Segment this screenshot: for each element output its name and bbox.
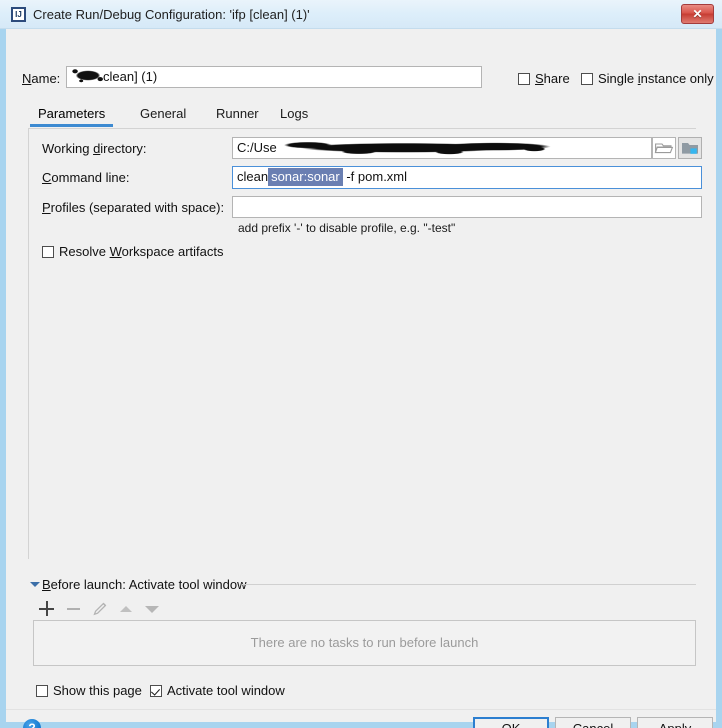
before-launch-task-list[interactable]: There are no tasks to run before launch [33, 620, 696, 666]
create-run-debug-configuration-dialog: IJ Create Run/Debug Configuration: 'ifp … [0, 0, 722, 728]
checkbox-box [42, 246, 54, 258]
help-button[interactable]: ? [23, 719, 41, 728]
title-bar: IJ Create Run/Debug Configuration: 'ifp … [0, 0, 722, 29]
command-line-label: Command line: [42, 170, 130, 185]
checkbox-box [36, 685, 48, 697]
share-checkbox[interactable]: Share [518, 71, 570, 86]
working-directory-input[interactable]: C:/Use [232, 137, 652, 159]
remove-task-button[interactable] [64, 599, 84, 619]
folder-module-icon [682, 143, 698, 154]
activate-tool-window-label: Activate tool window [167, 683, 285, 698]
arrow-up-icon [120, 606, 132, 612]
select-module-button[interactable] [678, 137, 702, 159]
name-value: clean] (1) [103, 69, 158, 84]
checkbox-box [581, 73, 593, 85]
cancel-button[interactable]: Cancel [555, 717, 631, 728]
command-line-prefix: clean [237, 169, 269, 184]
add-task-button[interactable] [37, 599, 57, 619]
move-down-button[interactable] [142, 599, 162, 619]
command-line-input[interactable]: clean sonar:sonar -f pom.xml [232, 166, 702, 189]
single-instance-checkbox[interactable]: Single instance only [581, 71, 714, 86]
working-directory-value: C:/Use [237, 140, 277, 155]
redacted-text [71, 68, 105, 83]
share-label: hare [543, 71, 570, 86]
tab-runner[interactable]: Runner [216, 103, 259, 127]
window-title: Create Run/Debug Configuration: 'ifp [cl… [33, 7, 310, 22]
close-icon: ✕ [692, 7, 703, 21]
pencil-icon [93, 602, 107, 616]
browse-directory-button[interactable] [652, 137, 676, 159]
empty-task-message: There are no tasks to run before launch [250, 635, 479, 650]
apply-button[interactable]: Apply [637, 717, 713, 728]
profiles-input[interactable] [232, 196, 702, 218]
profiles-hint: add prefix '-' to disable profile, e.g. … [238, 221, 456, 235]
name-input[interactable]: clean] (1) [66, 66, 482, 88]
collapse-before-launch-icon[interactable] [30, 582, 40, 587]
intellij-idea-icon: IJ [11, 7, 26, 22]
dialog-content: Name: clean] (1) Share Single instance o… [6, 29, 716, 728]
minus-icon [67, 608, 80, 610]
working-directory-label: Working directory: [42, 141, 147, 156]
before-launch-divider [242, 584, 696, 585]
help-icon: ? [28, 721, 36, 728]
arrow-down-icon [145, 606, 159, 613]
name-label: Name: [22, 71, 61, 86]
command-line-selection: sonar:sonar [268, 168, 343, 186]
close-button[interactable]: ✕ [681, 4, 714, 24]
parameters-panel [28, 129, 696, 559]
activate-tool-window-checkbox[interactable]: Activate tool window [150, 683, 285, 698]
folder-open-icon [654, 143, 674, 154]
tab-parameters[interactable]: Parameters [29, 103, 114, 127]
before-launch-header[interactable]: Before launch: Activate tool window [42, 577, 247, 592]
checkbox-box [518, 73, 530, 85]
tab-bar: Parameters General Runner Logs [28, 103, 696, 129]
tab-general[interactable]: General [140, 103, 186, 127]
ok-button[interactable]: OK [473, 717, 549, 728]
tab-logs[interactable]: Logs [280, 103, 308, 127]
show-this-page-label: Show this page [53, 683, 142, 698]
show-this-page-checkbox[interactable]: Show this page [36, 683, 142, 698]
command-line-suffix: -f pom.xml [342, 169, 408, 184]
checkbox-box-checked [150, 685, 162, 697]
resolve-workspace-artifacts-checkbox[interactable]: Resolve Workspace artifacts [42, 244, 224, 259]
redacted-path [273, 140, 557, 155]
profiles-label: Profiles (separated with space): [42, 200, 225, 215]
footer-divider [6, 709, 716, 710]
move-up-button[interactable] [116, 599, 136, 619]
edit-task-button[interactable] [90, 599, 110, 619]
